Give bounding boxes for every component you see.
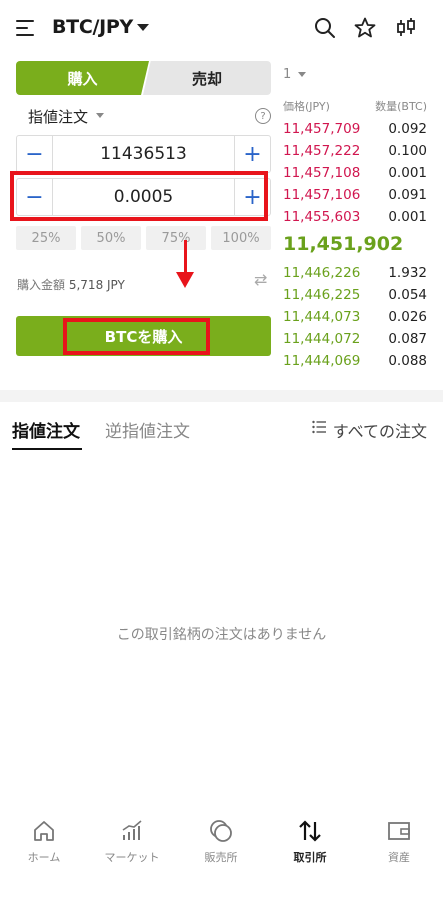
- nav-exchange[interactable]: 取引所: [266, 818, 354, 878]
- order-type-selector[interactable]: 指値注文: [28, 106, 88, 127]
- price-input[interactable]: 11436513: [53, 136, 234, 172]
- bid-row[interactable]: 11,446,226 1.932: [283, 265, 427, 285]
- nav-home[interactable]: ホーム: [0, 818, 88, 878]
- nav-market[interactable]: マーケット: [88, 818, 176, 878]
- bid-price: 11,444,069: [283, 353, 361, 369]
- ask-qty: 0.001: [388, 165, 427, 181]
- ask-qty: 0.100: [388, 143, 427, 159]
- bid-qty: 0.087: [388, 331, 427, 347]
- nav-assets-label: 資産: [388, 851, 410, 864]
- ask-row[interactable]: 11,457,106 0.091: [283, 187, 427, 207]
- tab-stop-orders[interactable]: 逆指値注文: [105, 417, 190, 442]
- nav-sales-label: 販売所: [204, 851, 238, 864]
- chevron-down-icon[interactable]: [137, 24, 149, 31]
- ask-price: 11,455,603: [283, 209, 361, 225]
- nav-exchange-label: 取引所: [293, 851, 327, 864]
- price-stepper: − 11436513 +: [16, 135, 271, 173]
- menu-icon[interactable]: [16, 20, 34, 36]
- bid-row[interactable]: 11,444,072 0.087: [283, 331, 427, 351]
- ask-row[interactable]: 11,455,603 0.001: [283, 209, 427, 229]
- ask-row[interactable]: 11,457,709 0.092: [283, 121, 427, 141]
- nav-home-label: ホーム: [27, 851, 61, 864]
- ask-qty: 0.001: [388, 209, 427, 225]
- swap-icon[interactable]: ⇄: [254, 270, 267, 289]
- list-icon[interactable]: [312, 420, 326, 434]
- tab-limit-orders[interactable]: 指値注文: [12, 417, 80, 442]
- help-icon[interactable]: ?: [255, 108, 271, 124]
- orderbook-col-qty: 数量(BTC): [375, 100, 427, 113]
- section-divider: [0, 390, 443, 402]
- bid-price: 11,444,072: [283, 331, 361, 347]
- highlight-box-amount: [10, 171, 268, 221]
- bid-row[interactable]: 11,444,069 0.088: [283, 353, 427, 373]
- ask-price: 11,457,709: [283, 121, 361, 137]
- home-icon: [34, 821, 54, 841]
- ask-row[interactable]: 11,457,222 0.100: [283, 143, 427, 163]
- candlestick-icon[interactable]: [394, 16, 418, 40]
- nav-assets[interactable]: 資産: [355, 818, 443, 878]
- ask-price: 11,457,222: [283, 143, 361, 159]
- orderbook-group-selector[interactable]: 1: [283, 67, 291, 82]
- market-chart-icon: [122, 820, 142, 840]
- tab-buy[interactable]: 購入: [16, 61, 149, 95]
- bid-price: 11,444,073: [283, 309, 361, 325]
- exchange-arrows-icon: [299, 820, 321, 842]
- all-orders-link[interactable]: すべての注文: [333, 418, 427, 442]
- annotation-arrow-head: [176, 272, 194, 288]
- price-increase-button[interactable]: +: [234, 136, 270, 172]
- annotation-arrow: [184, 240, 187, 274]
- ask-qty: 0.092: [388, 121, 427, 137]
- wallet-icon: [388, 822, 410, 840]
- highlight-box-buy: [63, 318, 210, 355]
- chevron-down-icon[interactable]: [96, 113, 104, 118]
- orderbook-col-price: 価格(JPY): [283, 100, 330, 113]
- percent-75-button[interactable]: 75%: [146, 226, 206, 250]
- ask-qty: 0.091: [388, 187, 427, 203]
- percent-50-button[interactable]: 50%: [81, 226, 141, 250]
- tab-active-underline: [12, 448, 82, 450]
- bid-qty: 1.932: [388, 265, 427, 281]
- purchase-amount-value: 5,718 JPY: [68, 278, 125, 292]
- percent-25-button[interactable]: 25%: [16, 226, 76, 250]
- purchase-amount: 購入金額 5,718 JPY: [17, 276, 125, 293]
- star-icon[interactable]: [353, 16, 377, 40]
- tab-sell[interactable]: 売却: [143, 61, 271, 95]
- chevron-down-icon[interactable]: [298, 72, 306, 77]
- pair-selector[interactable]: BTC/JPY: [52, 16, 133, 38]
- bid-row[interactable]: 11,444,073 0.026: [283, 309, 427, 329]
- purchase-amount-label: 購入金額: [17, 278, 66, 292]
- bid-qty: 0.088: [388, 353, 427, 369]
- bid-qty: 0.054: [388, 287, 427, 303]
- bottom-nav: ホーム マーケット 販売所 取引所 資産: [0, 808, 443, 900]
- bid-price: 11,446,225: [283, 287, 361, 303]
- empty-orders-message: この取引銘柄の注文はありません: [116, 627, 327, 643]
- bid-price: 11,446,226: [283, 265, 361, 281]
- nav-market-label: マーケット: [104, 851, 160, 864]
- bid-row[interactable]: 11,446,225 0.054: [283, 287, 427, 307]
- app-header: BTC/JPY: [0, 0, 443, 58]
- bid-qty: 0.026: [388, 309, 427, 325]
- ask-price: 11,457,106: [283, 187, 361, 203]
- ask-price: 11,457,108: [283, 165, 361, 181]
- search-icon[interactable]: [313, 16, 337, 40]
- percent-100-button[interactable]: 100%: [211, 226, 271, 250]
- orderbook-mid-price[interactable]: 11,451,902: [283, 233, 403, 255]
- coins-icon: [210, 820, 232, 842]
- ask-row[interactable]: 11,457,108 0.001: [283, 165, 427, 185]
- nav-sales[interactable]: 販売所: [177, 818, 265, 878]
- price-decrease-button[interactable]: −: [17, 136, 53, 172]
